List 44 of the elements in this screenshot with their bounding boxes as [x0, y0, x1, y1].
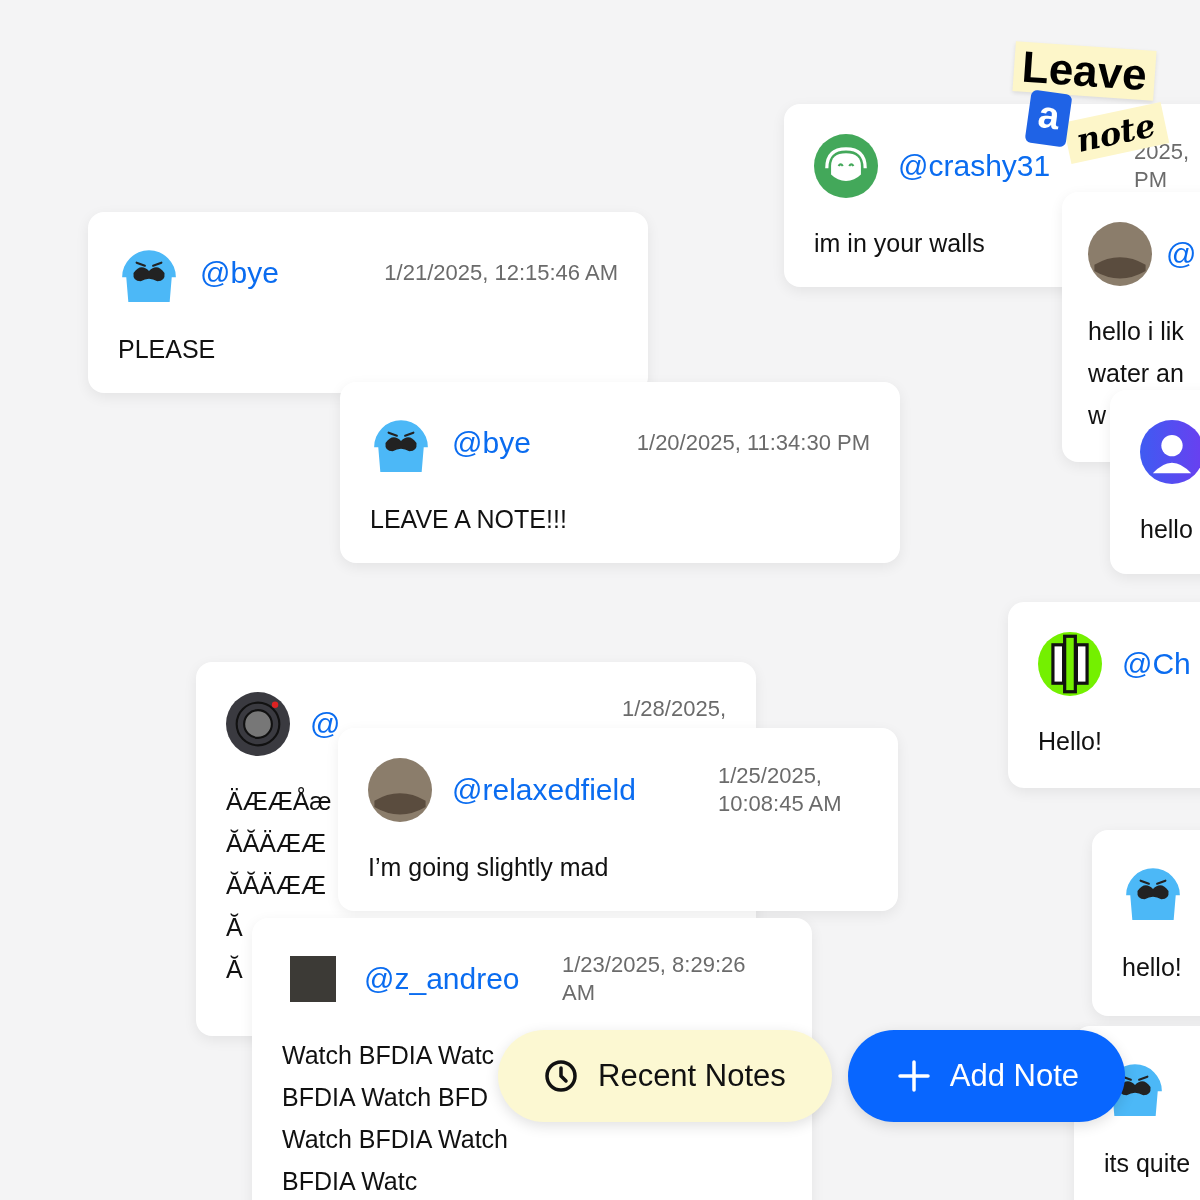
username-link[interactable]: @ [1166, 237, 1197, 271]
striped-avatar-icon [1038, 632, 1102, 696]
note-date: 1/20/2025, 11:34:30 PM [636, 429, 870, 457]
username-link[interactable]: @z_andreo [364, 962, 520, 996]
note-text: water an [1088, 359, 1184, 387]
username-link[interactable]: @bye [200, 256, 279, 290]
note-date: 1/21/2025, 12:15:46 AM [384, 259, 618, 287]
note-text: ĂĂÄÆÆ [226, 829, 327, 857]
note-text: Ă [226, 955, 243, 983]
note-text: hello i lik [1088, 317, 1184, 345]
note-date: 1/23/2025, 8:29:26 AM [562, 951, 747, 1007]
note-text: LEAVE A NOTE!!! [370, 505, 567, 533]
username-link[interactable]: @Ch [1122, 647, 1191, 681]
note-text: hello! [1122, 953, 1182, 981]
username-link[interactable]: @bye [452, 426, 531, 460]
note-text: BFDIA Watc [282, 1167, 418, 1195]
headset-robot-avatar-icon [814, 134, 878, 198]
note-date: 1/25/2025, 10:08:45 AM [718, 762, 843, 818]
note-text: BFDIA Watch BFD [282, 1083, 489, 1111]
add-note-button[interactable]: Add Note [847, 1030, 1126, 1122]
note-date: 1/28/2025, [622, 695, 726, 723]
note-text: PLEASE [118, 335, 216, 363]
photo-avatar-placeholder [368, 758, 432, 822]
note-text: w [1088, 401, 1107, 429]
note-text: im in your walls [814, 229, 985, 257]
username-link[interactable]: @ [310, 707, 341, 741]
note-text: hello [1140, 515, 1193, 543]
note-text: Hello! [1038, 727, 1102, 755]
note-text: Ă [226, 913, 243, 941]
note-text: ĂĂÄÆÆ [226, 871, 327, 899]
note-text: its quite [1104, 1149, 1191, 1177]
ring-avatar-icon [226, 692, 290, 756]
username-link[interactable]: @relaxedfield [452, 773, 636, 807]
photo-avatar-placeholder [1088, 222, 1152, 286]
note-text: Watch BFDIA Watc [282, 1041, 495, 1069]
note-text: I’m going slightly mad [368, 853, 609, 881]
recent-notes-button[interactable]: Recent Notes [498, 1030, 832, 1122]
note-text: Watch BFDIA Watch [282, 1125, 508, 1153]
plus-icon [897, 1060, 930, 1092]
note-text: ÄÆÆÅæ [226, 787, 332, 815]
clock-icon [544, 1059, 578, 1093]
leave-sticker: Leave [1012, 41, 1157, 101]
username-link[interactable]: @crashy31 [898, 149, 1051, 183]
photo-avatar-placeholder [290, 956, 336, 1002]
